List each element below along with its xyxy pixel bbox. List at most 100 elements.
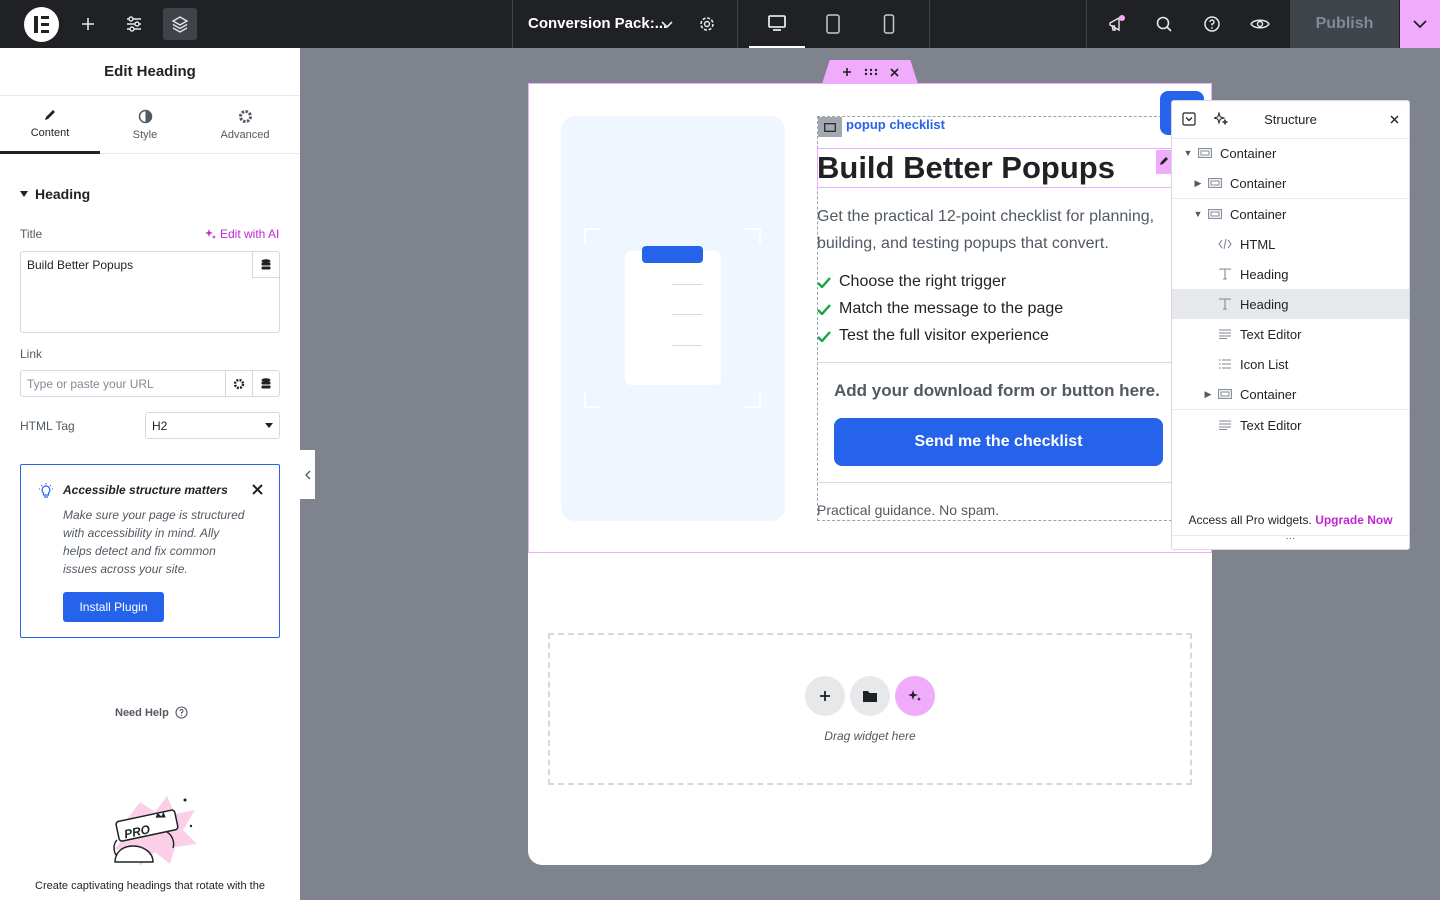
caret-down-icon (20, 191, 28, 197)
structure-item-container[interactable]: ▶ Container (1172, 168, 1409, 198)
heading-icon (1217, 268, 1233, 280)
structure-item-label: Icon List (1240, 356, 1289, 372)
image-corner (745, 392, 761, 408)
resize-handle-icon[interactable]: ··· (1172, 534, 1409, 549)
text-editor-icon (1217, 328, 1233, 340)
publish-options-chevron-icon[interactable] (1400, 0, 1440, 48)
structure-item-html[interactable]: HTML (1172, 229, 1409, 259)
panel-tabs: Content Style Advanced (0, 96, 300, 154)
gear-icon (238, 110, 252, 123)
structure-item-icon-list[interactable]: Icon List (1172, 349, 1409, 379)
structure-item-label: Heading (1240, 296, 1289, 312)
page-title[interactable]: Conversion Pack:... (528, 15, 667, 32)
structure-item-container[interactable]: ▼ Container (1172, 138, 1409, 168)
link-dynamic-tags-database-icon[interactable] (252, 371, 279, 397)
html-tag-select[interactable]: H2 (145, 412, 280, 439)
structure-item-container[interactable]: ▶ Container (1172, 379, 1409, 409)
search-icon[interactable] (1147, 8, 1181, 40)
popup-paragraph[interactable]: Get the practical 12-point checklist for… (817, 203, 1175, 257)
ai-sparkle-icon (205, 228, 216, 239)
page-settings-gear-icon[interactable] (690, 8, 724, 40)
tab-content[interactable]: Content (0, 96, 100, 154)
chevron-down-icon[interactable] (650, 8, 684, 40)
edit-with-ai-link[interactable]: Edit with AI (205, 227, 279, 241)
template-library-folder-icon[interactable] (850, 676, 890, 716)
checklist-item[interactable]: Choose the right trigger (817, 273, 1006, 291)
edit-with-ai-label: Edit with AI (220, 227, 280, 241)
tab-style[interactable]: Style (95, 96, 195, 154)
structure-item-heading[interactable]: Heading (1172, 259, 1409, 289)
paragraph-line: Get the practical 12-point checklist for… (817, 208, 1155, 225)
eyebrow-text[interactable]: popup checklist (846, 117, 945, 132)
popup-heading[interactable]: Build Better Popups (817, 150, 1115, 186)
image-corner (745, 228, 761, 244)
expand-arrow-icon[interactable]: ▼ (1183, 148, 1193, 158)
caret-down-icon (265, 423, 273, 428)
clipboard-line (672, 284, 702, 285)
image-corner (584, 228, 600, 244)
tablet-view-icon[interactable] (805, 0, 861, 48)
collapse-panel-button[interactable] (300, 450, 315, 499)
ai-generate-sparkle-icon[interactable] (895, 676, 935, 716)
structure-item-text-editor[interactable]: Text Editor (1172, 319, 1409, 349)
notifications-megaphone-icon[interactable] (1100, 8, 1134, 40)
divider (1086, 0, 1087, 48)
add-icon[interactable] (842, 67, 852, 77)
tab-advanced[interactable]: Advanced (195, 96, 295, 154)
edit-heading-pencil-icon[interactable] (1156, 150, 1172, 174)
expand-arrow-icon[interactable]: ▶ (1203, 389, 1213, 400)
section-heading-toggle[interactable]: Heading (20, 186, 90, 202)
desktop-view-icon[interactable] (749, 0, 805, 48)
structure-layers-icon[interactable] (163, 8, 197, 40)
structure-item-label: Container (1240, 386, 1297, 402)
title-textarea[interactable]: Build Better Popups (20, 251, 280, 333)
checklist-item-label: Choose the right trigger (839, 273, 1007, 290)
heading-icon (1217, 298, 1233, 310)
cta-title[interactable]: Add your download form or button here. (834, 381, 1160, 401)
mobile-view-icon[interactable] (861, 0, 917, 48)
expand-arrow-icon[interactable]: ▶ (1193, 178, 1203, 189)
pro-promo-illustration: PRO (113, 796, 197, 866)
help-icon[interactable] (1195, 8, 1229, 40)
fine-print[interactable]: Practical guidance. No spam. (817, 502, 999, 518)
check-icon (817, 303, 831, 315)
html-widget-handle-icon[interactable] (818, 117, 842, 137)
preview-eye-icon[interactable] (1243, 8, 1277, 40)
structure-item-heading-selected[interactable]: Heading (1172, 289, 1409, 319)
container-icon (1207, 177, 1223, 189)
close-icon[interactable] (252, 484, 263, 495)
checklist-item[interactable]: Test the full visitor experience (817, 327, 1049, 345)
expand-arrow-icon[interactable]: ▼ (1193, 209, 1203, 219)
code-icon (1217, 238, 1233, 250)
structure-item-label: Text Editor (1240, 417, 1302, 433)
structure-item-label: Text Editor (1240, 326, 1302, 342)
send-checklist-button[interactable]: Send me the checklist (834, 418, 1163, 466)
structure-item-container[interactable]: ▼ Container (1172, 199, 1409, 229)
site-settings-icon[interactable] (117, 8, 151, 40)
chevron-left-icon (304, 470, 310, 479)
elementor-logo-icon[interactable] (24, 7, 59, 42)
accessibility-notice: Accessible structure matters Make sure y… (20, 464, 280, 638)
structure-upgrade-footer: Access all Pro widgets. Upgrade Now (1172, 513, 1409, 527)
notice-text: Make sure your page is structured with a… (63, 508, 245, 576)
link-options-gear-icon[interactable] (225, 371, 252, 397)
checklist-item[interactable]: Match the message to the page (817, 300, 1063, 318)
publish-button[interactable]: Publish (1290, 0, 1399, 48)
tab-advanced-label: Advanced (220, 129, 270, 141)
container-handle[interactable] (822, 60, 918, 84)
dynamic-tags-database-icon[interactable] (252, 252, 279, 278)
help-icon (175, 706, 188, 719)
add-element-icon[interactable] (71, 8, 105, 40)
need-help-link[interactable]: Need Help (115, 706, 188, 719)
add-section-plus-icon[interactable] (805, 676, 845, 716)
tab-style-label: Style (132, 129, 158, 141)
title-textarea-value: Build Better Popups (27, 258, 134, 272)
structure-item-label: HTML (1240, 236, 1276, 252)
close-icon[interactable] (1390, 115, 1399, 124)
close-icon[interactable] (889, 67, 899, 77)
upgrade-text: Access all Pro widgets. (1188, 513, 1312, 527)
drag-handle-icon[interactable] (864, 68, 878, 76)
upgrade-now-link[interactable]: Upgrade Now (1315, 513, 1392, 527)
install-plugin-button[interactable]: Install Plugin (63, 592, 164, 622)
structure-item-text-editor[interactable]: Text Editor (1172, 410, 1409, 440)
